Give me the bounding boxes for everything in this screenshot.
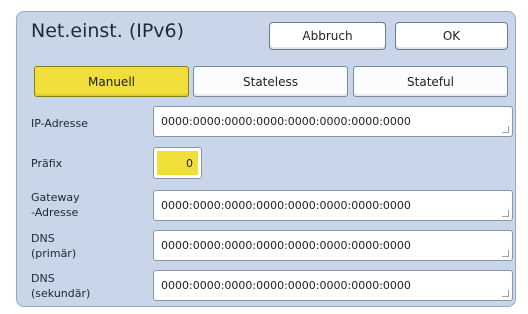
dns-primary-label-line1: DNS — [31, 232, 55, 245]
prefix-field[interactable]: 0 — [153, 147, 202, 179]
mode-stateless-button[interactable]: Stateless — [193, 66, 348, 97]
dns-primary-field[interactable]: 0000:0000:0000:0000:0000:0000:0000:0000 — [153, 230, 513, 261]
ok-button[interactable]: OK — [395, 22, 508, 50]
gateway-label-line2: -Adresse — [31, 206, 79, 219]
resize-grip-icon — [502, 210, 509, 217]
dns-secondary-label-line1: DNS — [31, 272, 55, 285]
prefix-value: 0 — [157, 151, 198, 175]
dns-secondary-label-line2: (sekundär) — [31, 287, 91, 300]
mode-selector: Manuell Stateless Stateful — [27, 66, 509, 97]
mode-manual-button[interactable]: Manuell — [34, 66, 189, 97]
dns-primary-label-line2: (primär) — [31, 247, 77, 260]
dns-primary-label: DNS (primär) — [31, 231, 76, 261]
cancel-button[interactable]: Abbruch — [269, 22, 386, 50]
dns-secondary-value: 0000:0000:0000:0000:0000:0000:0000:0000 — [161, 279, 411, 292]
gateway-address-value: 0000:0000:0000:0000:0000:0000:0000:0000 — [161, 199, 411, 212]
gateway-label: Gateway -Adresse — [31, 190, 80, 220]
dns-primary-value: 0000:0000:0000:0000:0000:0000:0000:0000 — [161, 239, 411, 252]
dns-secondary-field[interactable]: 0000:0000:0000:0000:0000:0000:0000:0000 — [153, 270, 513, 301]
ip-address-field[interactable]: 0000:0000:0000:0000:0000:0000:0000:0000 — [153, 106, 513, 137]
dns-secondary-label: DNS (sekundär) — [31, 271, 90, 301]
gateway-label-line1: Gateway — [31, 191, 80, 204]
resize-grip-icon — [502, 126, 509, 133]
resize-grip-icon — [502, 290, 509, 297]
dialog-header: Net.einst. (IPv6) Abbruch OK — [17, 12, 515, 58]
ip-address-label: IP-Adresse — [31, 117, 88, 130]
resize-grip-icon — [502, 250, 509, 257]
dialog-title: Net.einst. (IPv6) — [31, 20, 185, 42]
ip-address-value: 0000:0000:0000:0000:0000:0000:0000:0000 — [161, 115, 411, 128]
gateway-address-field[interactable]: 0000:0000:0000:0000:0000:0000:0000:0000 — [153, 190, 513, 221]
prefix-label: Präfix — [31, 157, 63, 170]
ipv6-settings-dialog: Net.einst. (IPv6) Abbruch OK Manuell Sta… — [16, 11, 516, 307]
mode-stateful-button[interactable]: Stateful — [353, 66, 508, 97]
